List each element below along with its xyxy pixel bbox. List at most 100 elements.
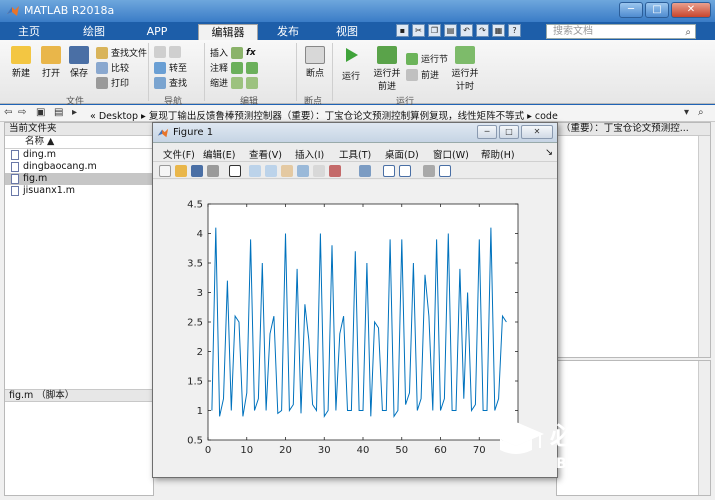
details-bar: fig.m （脚本） [5, 389, 153, 402]
file-row[interactable]: ding.m [5, 149, 153, 161]
menu-desktop[interactable]: 桌面(D) [385, 147, 419, 161]
save-quick-icon[interactable]: ▪ [396, 24, 409, 37]
save-button[interactable]: 保存 [66, 46, 92, 79]
link-plot-icon[interactable] [359, 165, 371, 177]
name-column-header[interactable]: 名称 ▲ [5, 136, 153, 149]
new-button[interactable]: 新建 [8, 46, 34, 79]
back-arrow-icon[interactable]: ⇦ [4, 107, 12, 118]
y-tick-label: 4 [197, 229, 203, 240]
breakpoints-button[interactable]: 断点 [302, 46, 328, 79]
copy-quick-icon[interactable]: ❐ [428, 24, 441, 37]
open-file-icon[interactable] [175, 165, 187, 177]
tab-apps[interactable]: APP [135, 24, 179, 40]
cut-quick-icon[interactable]: ✂ [412, 24, 425, 37]
current-path[interactable]: « Desktop ▸ 复现丁输出反馈鲁棒预测控制器（重要）：丁宝仓论文预测控制… [90, 108, 558, 122]
editor-scrollbar[interactable] [698, 136, 710, 357]
indent-button[interactable]: 缩进 [210, 76, 259, 89]
minimize-button[interactable]: ─ [619, 2, 643, 18]
bookmark-icon [154, 46, 166, 58]
file-name: fig.m [23, 173, 48, 184]
menu-tools[interactable]: 工具(T) [339, 147, 371, 161]
file-row[interactable]: dingbaocang.m [5, 161, 153, 173]
figure-maximize-button[interactable]: □ [499, 125, 519, 139]
search-icon[interactable]: ⌕ [685, 26, 691, 39]
undo-quick-icon[interactable]: ↶ [460, 24, 473, 37]
watermark-logo: 必过源码 Biguo100.com [488, 422, 668, 472]
figure-minimize-button[interactable]: ─ [477, 125, 497, 139]
pointer-icon[interactable] [229, 165, 241, 177]
brush-icon[interactable] [329, 165, 341, 177]
switch-window-icon[interactable]: ▦ [492, 24, 505, 37]
goto-button[interactable]: 转至 [154, 61, 187, 74]
menu-window[interactable]: 窗口(W) [433, 147, 469, 161]
rotate-icon[interactable] [297, 165, 309, 177]
menu-insert[interactable]: 插入(I) [295, 147, 324, 161]
print-button[interactable]: 打印 [96, 76, 129, 89]
bookmark-button[interactable] [154, 46, 181, 58]
file-row[interactable]: fig.m [5, 173, 153, 185]
search-path-icon[interactable]: ⌕ [698, 107, 704, 118]
up-folder-icon[interactable]: ▣ [36, 107, 45, 118]
forward-arrow-icon[interactable]: ⇨ [18, 107, 26, 118]
search-input[interactable]: 搜索文档 ⌕ [546, 24, 696, 39]
x-tick-label: 40 [357, 445, 370, 456]
colorbar-icon[interactable] [383, 165, 395, 177]
redo-quick-icon[interactable]: ↷ [476, 24, 489, 37]
comment-icon [231, 61, 244, 74]
advance-button[interactable]: 前进 [406, 68, 439, 81]
run-section-button[interactable]: 运行节 [406, 52, 448, 65]
y-tick-label: 1 [197, 406, 203, 417]
menu-edit[interactable]: 编辑(E) [203, 147, 235, 161]
zoom-out-icon[interactable] [265, 165, 277, 177]
new-figure-icon[interactable] [159, 165, 171, 177]
editor-panel: （重要）：丁宝仓论文预测控... [556, 122, 711, 358]
tab-home[interactable]: 主页 [10, 24, 48, 40]
close-button[interactable]: ✕ [671, 2, 711, 18]
insert-button[interactable]: 插入 fx [210, 46, 256, 59]
y-tick-label: 0.5 [187, 436, 203, 447]
window-title: MATLAB R2018a [24, 4, 115, 17]
menu-view[interactable]: 查看(V) [249, 147, 282, 161]
breakpoint-icon [305, 46, 325, 64]
figure-close-button[interactable]: ✕ [521, 125, 553, 139]
legend-icon[interactable] [399, 165, 411, 177]
browse-folder-icon[interactable]: ▤ [54, 107, 63, 118]
hide-tools-icon[interactable] [423, 165, 435, 177]
y-tick-label: 2.5 [187, 318, 203, 329]
run-time-icon [455, 46, 475, 64]
maximize-button[interactable]: □ [645, 2, 669, 18]
file-list: ding.m dingbaocang.m fig.m jisuanx1.m [5, 149, 153, 197]
data-cursor-icon[interactable] [313, 165, 325, 177]
tab-editor[interactable]: 编辑器 [198, 24, 258, 40]
show-tools-icon[interactable] [439, 165, 451, 177]
compare-button[interactable]: 比较 [96, 61, 129, 74]
run-button[interactable]: 运行 [338, 46, 364, 82]
address-bar: ⇦ ⇨ ▣ ▤ ▸ « Desktop ▸ 复现丁输出反馈鲁棒预测控制器（重要）… [0, 105, 715, 122]
command-scrollbar[interactable] [698, 361, 710, 495]
file-row[interactable]: jisuanx1.m [5, 185, 153, 197]
run-and-advance-button[interactable]: 运行并 前进 [372, 46, 402, 92]
zoom-in-icon[interactable] [249, 165, 261, 177]
run-and-time-button[interactable]: 运行并 计时 [450, 46, 480, 92]
print-figure-icon[interactable] [207, 165, 219, 177]
panel-title: 当前文件夹 [5, 123, 153, 136]
tab-publish[interactable]: 发布 [266, 24, 310, 40]
new-file-icon [11, 46, 31, 64]
save-figure-icon[interactable] [191, 165, 203, 177]
comment-button[interactable]: 注释 [210, 61, 259, 74]
indent-icon [231, 76, 244, 89]
dock-arrow-icon[interactable]: ↘ [545, 147, 553, 158]
tab-view[interactable]: 视图 [325, 24, 369, 40]
help-icon[interactable]: ? [508, 24, 521, 37]
menu-help[interactable]: 帮助(H) [481, 147, 515, 161]
menu-file[interactable]: 文件(F) [163, 147, 195, 161]
matlab-logo-icon [7, 6, 19, 16]
open-button[interactable]: 打开 [38, 46, 64, 79]
file-name: jisuanx1.m [23, 185, 76, 196]
pan-icon[interactable] [281, 165, 293, 177]
find-files-button[interactable]: 查找文件 [96, 46, 147, 59]
find-button[interactable]: 查找 [154, 76, 187, 89]
paste-quick-icon[interactable]: ▤ [444, 24, 457, 37]
path-dropdown-icon[interactable]: ▾ [684, 107, 689, 118]
tab-plots[interactable]: 绘图 [72, 24, 116, 40]
